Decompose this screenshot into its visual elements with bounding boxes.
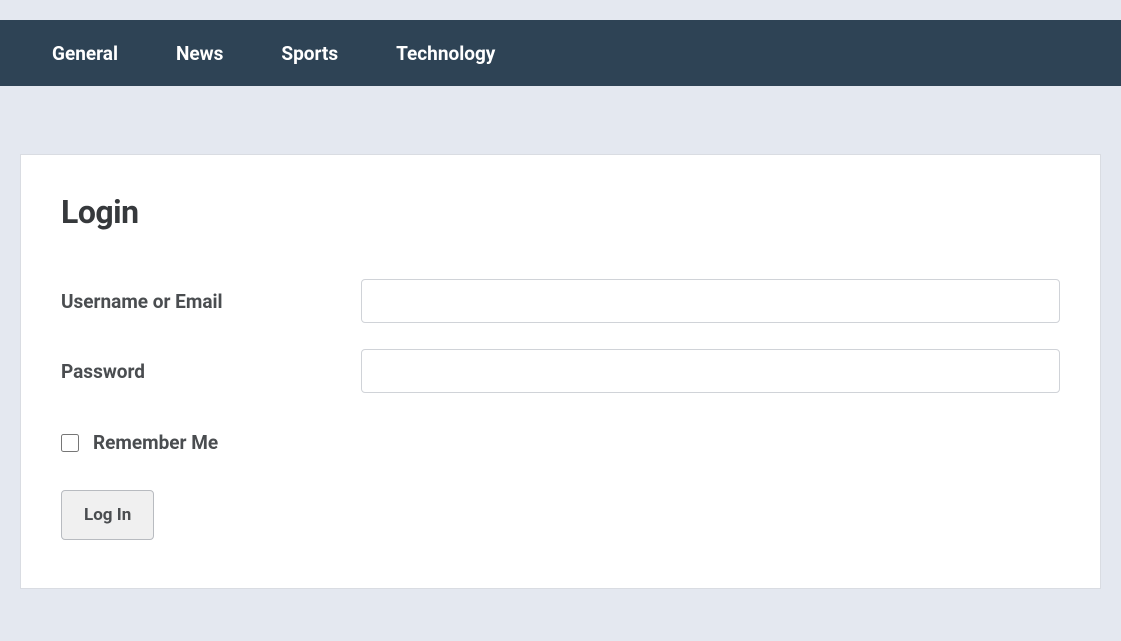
login-card: Login Username or Email Password Remembe…	[20, 154, 1101, 589]
password-input[interactable]	[361, 349, 1060, 393]
nav-item-news[interactable]: News	[147, 42, 252, 65]
content-wrapper: Login Username or Email Password Remembe…	[0, 86, 1121, 609]
remember-row: Remember Me	[61, 431, 1060, 454]
username-row: Username or Email	[61, 279, 1060, 323]
username-input[interactable]	[361, 279, 1060, 323]
remember-label: Remember Me	[93, 431, 218, 454]
username-label: Username or Email	[61, 290, 361, 313]
main-navbar: General News Sports Technology	[0, 20, 1121, 86]
nav-item-technology[interactable]: Technology	[367, 42, 524, 65]
login-title: Login	[61, 193, 1060, 231]
password-label: Password	[61, 360, 361, 383]
login-button[interactable]: Log In	[61, 490, 154, 540]
nav-item-general[interactable]: General	[0, 42, 147, 65]
password-row: Password	[61, 349, 1060, 393]
nav-item-sports[interactable]: Sports	[252, 42, 367, 65]
remember-checkbox[interactable]	[61, 434, 79, 452]
